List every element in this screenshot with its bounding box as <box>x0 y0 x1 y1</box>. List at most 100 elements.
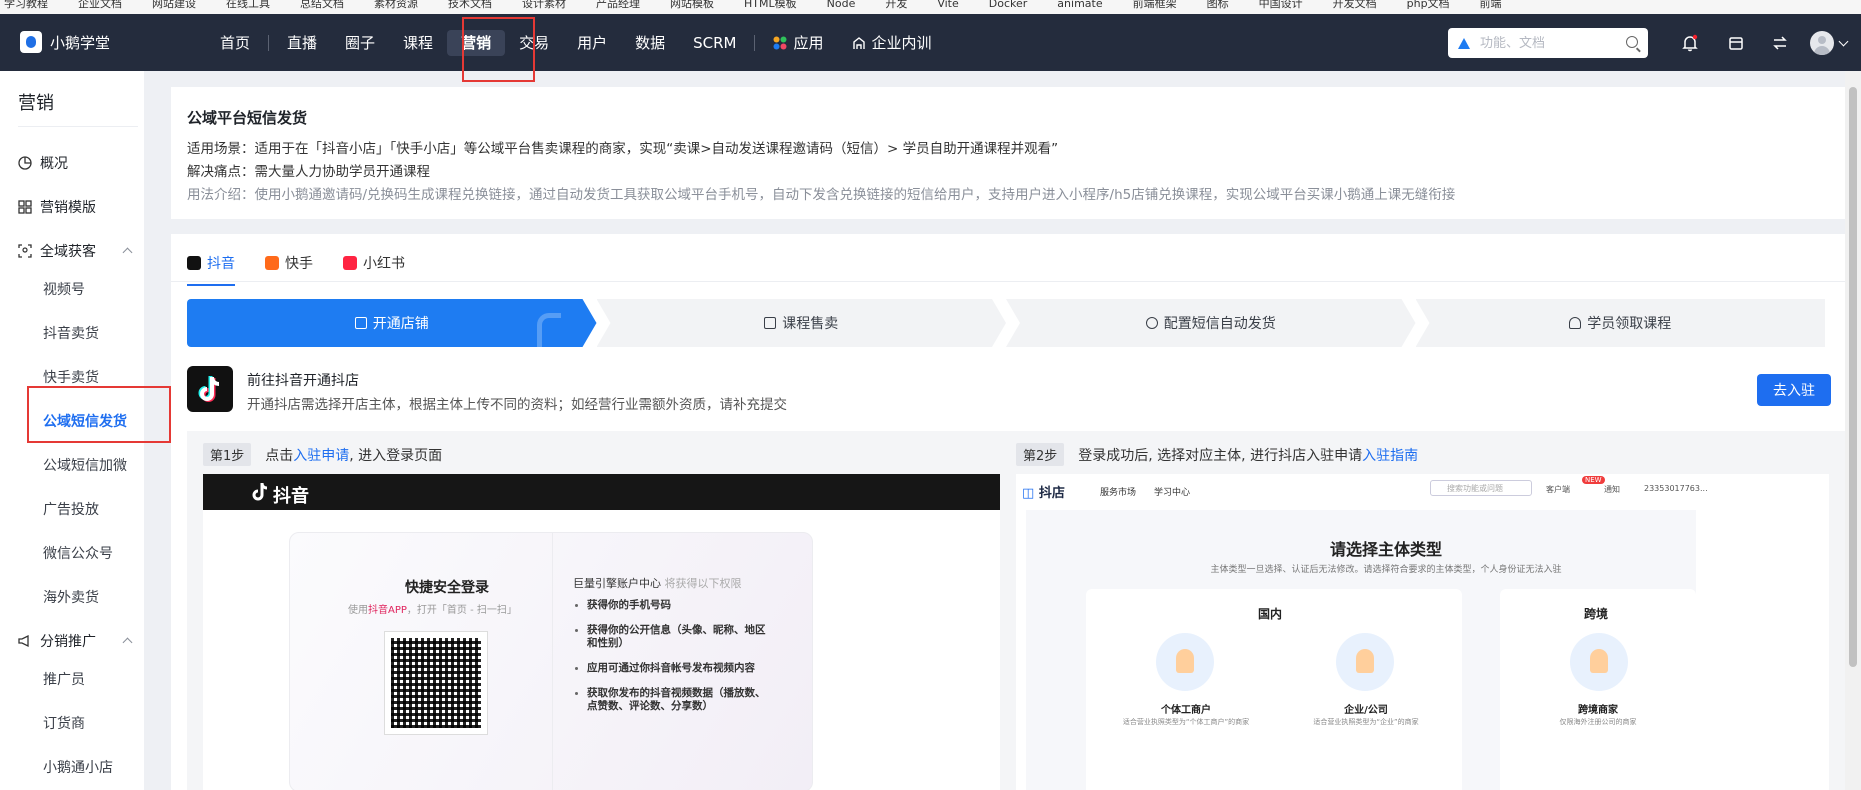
scrollbar-thumb[interactable] <box>1849 87 1857 667</box>
pie-chart-icon <box>18 156 32 170</box>
sidebar-group-label: 分销推广 <box>40 634 96 650</box>
sidebar-group-acquisition[interactable]: 全域获客 <box>18 241 96 261</box>
open-shop-title: 前往抖音开通抖店 <box>247 373 359 389</box>
sidebar-item-mini-shop[interactable]: 小鹅通小店 <box>43 757 113 777</box>
sidebar-item-wechat-official[interactable]: 微信公众号 <box>43 543 113 563</box>
nav-scrm[interactable]: SCRM <box>679 30 750 56</box>
user-avatar[interactable] <box>1810 31 1834 55</box>
bookmark-item[interactable]: 学习教程 <box>4 0 48 9</box>
select-subtitle: 主体类型一旦选择、认证后无法修改。请选择符合要求的主体类型，个人身份证无法入驻 <box>1210 565 1562 575</box>
douyin-icon <box>252 482 268 501</box>
search-icon[interactable] <box>1626 36 1638 48</box>
step-claim-course[interactable]: 学员领取课程 <box>1415 299 1825 347</box>
chevron-up-icon[interactable] <box>122 247 133 258</box>
bookmark-item[interactable]: HTML模板 <box>744 0 797 9</box>
shop-icon[interactable] <box>1727 34 1745 52</box>
nav-apps[interactable]: 应用 <box>759 30 837 56</box>
bookmark-item[interactable]: 网站建设 <box>152 0 196 9</box>
bookmark-item[interactable]: 素材资源 <box>374 0 418 9</box>
bookmark-item[interactable]: 企业文档 <box>78 0 122 9</box>
page-scrollbar[interactable] <box>1845 71 1861 790</box>
nav-enterprise-training[interactable]: 企业内训 <box>838 30 946 56</box>
nav-data[interactable]: 数据 <box>621 30 679 56</box>
step-sms-config[interactable]: 配置短信自动发货 <box>1006 299 1416 347</box>
bookmark-item[interactable]: 总结文档 <box>300 0 344 9</box>
sidebar-group-distribution[interactable]: 分销推广 <box>18 631 96 651</box>
nav-circle[interactable]: 圈子 <box>331 30 389 56</box>
select-title: 请选择主体类型 <box>1329 540 1442 559</box>
sidebar-item-dealer[interactable]: 订货商 <box>43 713 85 733</box>
step-label: 配置短信自动发货 <box>1163 316 1276 332</box>
list-item: 应用可通过你抖音帐号发布视频内容 <box>575 662 775 675</box>
bookmark-item[interactable]: php文档 <box>1407 0 1450 9</box>
sidebar-item-douyin-sales[interactable]: 抖音卖货 <box>43 323 99 343</box>
tab-douyin[interactable]: 抖音 <box>187 248 235 286</box>
bookmark-item[interactable]: 在线工具 <box>226 0 270 9</box>
open-shop-desc: 开通抖店需选择开店主体，根据主体上传不同的资料；如经营行业需额外资质，请补充提交 <box>247 397 787 413</box>
sidebar-item-sms-wechat[interactable]: 公域短信加微 <box>43 455 127 475</box>
bookmark-item[interactable]: 前端框架 <box>1133 0 1177 9</box>
sidebar-item-kuaishou-sales[interactable]: 快手卖货 <box>43 367 99 387</box>
main-content: 公域平台短信发货 适用场景：适用于在「抖音小店」「快手小店」等公域平台售卖课程的… <box>171 87 1845 790</box>
card-desc: 适合营业执照类型为“个体工商户”的商家 <box>1122 718 1250 726</box>
nav-home[interactable]: 首页 <box>206 30 264 56</box>
nav-live[interactable]: 直播 <box>273 30 331 56</box>
bookmark-item[interactable]: Vite <box>937 0 958 9</box>
step-course-sales[interactable]: 课程售卖 <box>597 299 1007 347</box>
bookmark-item[interactable]: Node <box>827 0 856 9</box>
sidebar-item-templates[interactable]: 营销模版 <box>18 197 96 217</box>
bookmark-item[interactable]: 产品经理 <box>596 0 640 9</box>
scenario-text: 适用场景：适用于在「抖音小店」「快手小店」等公域平台售卖课程的商家，实现“卖课>… <box>187 141 1059 157</box>
bookmark-item[interactable]: 网站模板 <box>670 0 714 9</box>
menu-item: 学习中心 <box>1154 488 1191 498</box>
card-title: 跨境商家 <box>1578 705 1618 716</box>
sidebar-item-promoter[interactable]: 推广员 <box>43 669 85 689</box>
tab-label: 小红书 <box>363 256 405 272</box>
guide-link[interactable]: 入驻指南 <box>1362 445 1418 465</box>
chevron-down-icon[interactable] <box>1838 36 1849 47</box>
join-button[interactable]: 去入驻 <box>1757 374 1831 406</box>
bell-icon[interactable] <box>1681 34 1699 52</box>
app-logo[interactable]: 小鹅学堂 <box>20 31 110 53</box>
bookmark-item[interactable]: 开发 <box>885 0 907 9</box>
bookmark-item[interactable]: 设计素材 <box>522 0 566 9</box>
top-right-item: 通知 <box>1604 485 1620 494</box>
app-name: 小鹅学堂 <box>50 33 111 52</box>
step-open-shop[interactable]: 开通店铺 <box>187 299 597 347</box>
brand-triangle-icon <box>1458 37 1470 49</box>
bookmark-item[interactable]: 技术文档 <box>448 0 492 9</box>
sidebar-item-label: 营销模版 <box>40 200 96 216</box>
feature-search[interactable] <box>1448 28 1648 58</box>
kuaishou-icon <box>265 256 279 270</box>
individual-illustration-icon <box>1156 633 1214 691</box>
open-shop-row: 前往抖音开通抖店 开通抖店需选择开店主体，根据主体上传不同的资料；如经营行业需额… <box>187 366 1831 416</box>
qr-code <box>384 631 488 735</box>
sidebar-item-video-channel[interactable]: 视频号 <box>43 279 85 299</box>
nav-users[interactable]: 用户 <box>563 30 621 56</box>
nav-course[interactable]: 课程 <box>389 30 447 56</box>
bookmark-item[interactable]: 图标 <box>1207 0 1229 9</box>
apply-link[interactable]: 入驻申请 <box>293 445 349 465</box>
bookmark-item[interactable]: animate <box>1057 0 1102 9</box>
screenshot-brand: 抖音 <box>273 486 309 507</box>
section-title: 跨境 <box>1584 607 1609 621</box>
douyin-watermark-icon <box>537 313 561 347</box>
bookmark-item[interactable]: Docker <box>989 0 1028 9</box>
tab-label: 快手 <box>285 256 313 272</box>
bookmark-item[interactable]: 开发文档 <box>1333 0 1377 9</box>
main-nav: 首页 直播 圈子 课程 营销 交易 用户 数据 SCRM 应用 企业内训 <box>206 14 946 71</box>
chevron-up-icon[interactable] <box>122 637 133 648</box>
login-box: 快捷安全登录 使用抖音APP，打开「首页 - 扫一扫」 巨量引擎账户中心 将获得… <box>289 532 813 790</box>
tab-xiaohongshu[interactable]: 小红书 <box>343 248 405 278</box>
sidebar-item-ads[interactable]: 广告投放 <box>43 499 99 519</box>
sidebar-item-overview[interactable]: 概况 <box>18 153 68 173</box>
search-input[interactable] <box>1480 35 1620 51</box>
tab-kuaishou[interactable]: 快手 <box>265 248 313 278</box>
bookmark-item[interactable]: 中国设计 <box>1259 0 1303 9</box>
guide-area: 第1步 点击 入驻申请 , 进入登录页面 第2步 登录成功后, 选择对应主体, … <box>187 431 1845 790</box>
nav-apps-label: 应用 <box>793 33 824 52</box>
bookmark-item[interactable]: 前端 <box>1480 0 1502 9</box>
guide-step-2: 第2步 登录成功后, 选择对应主体, 进行抖店入驻申请 入驻指南 <box>1016 443 1418 466</box>
sidebar-item-overseas[interactable]: 海外卖货 <box>43 587 99 607</box>
switch-icon[interactable] <box>1771 34 1789 52</box>
